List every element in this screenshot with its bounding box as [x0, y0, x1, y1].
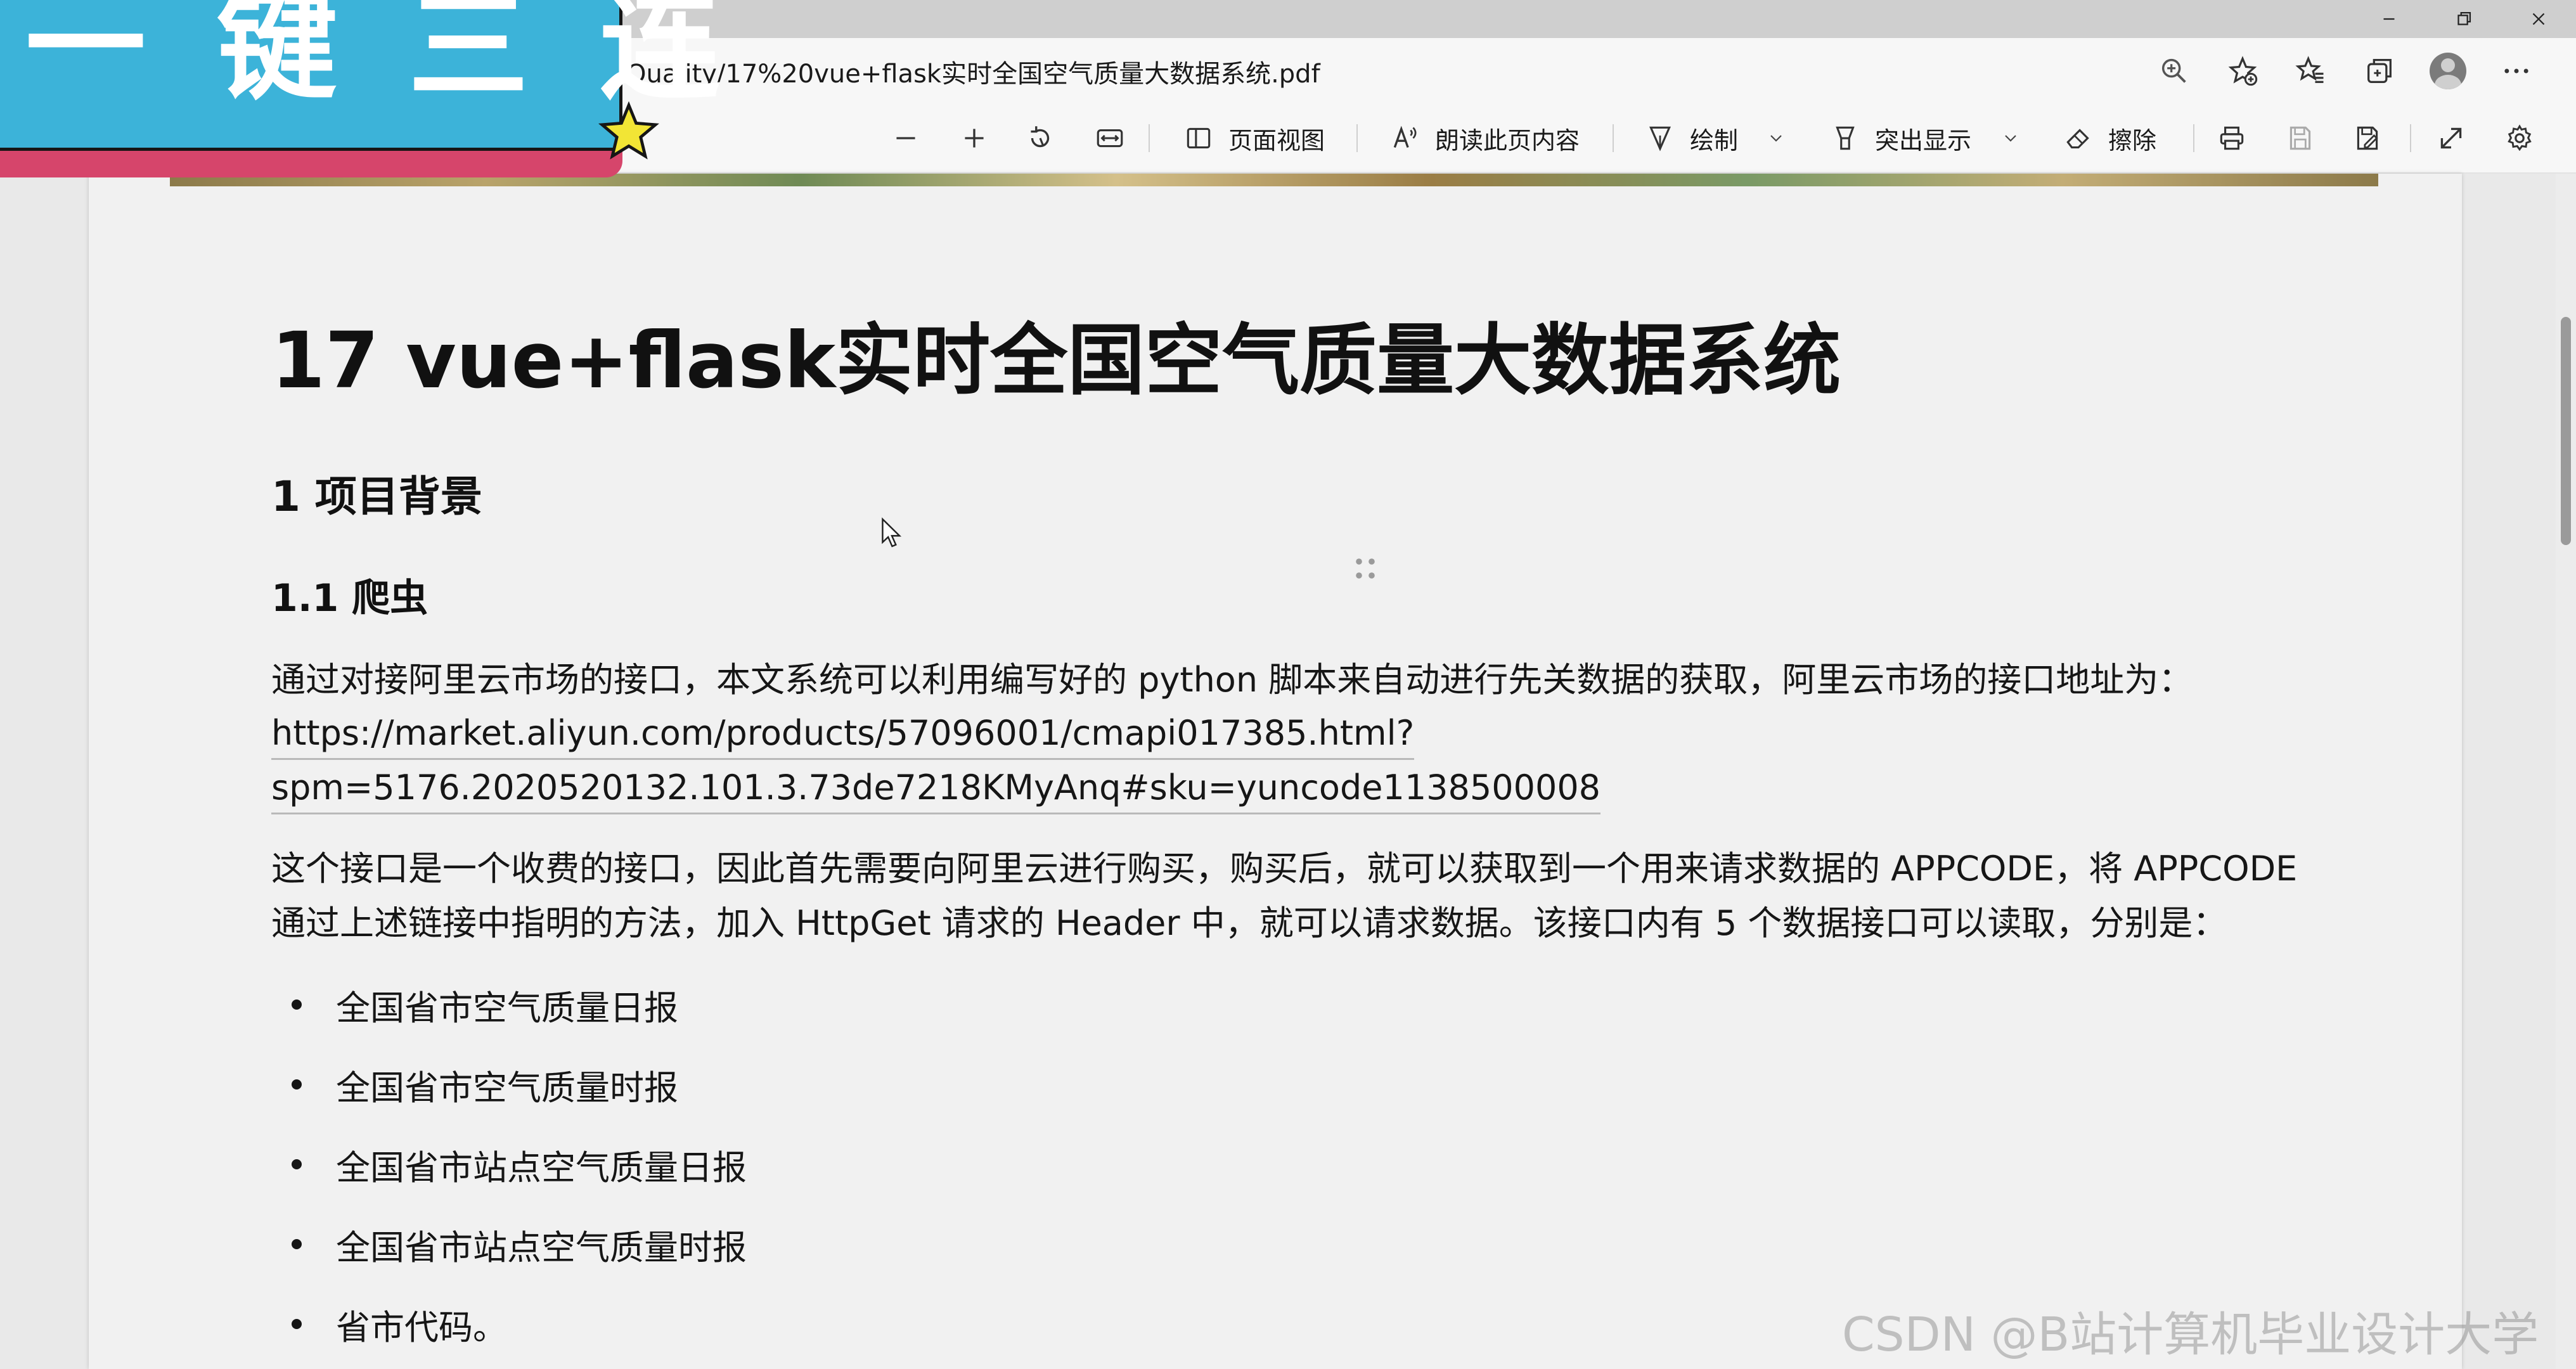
list-item: 全国省市空气质量时报 [292, 1057, 678, 1112]
rotate-button[interactable] [1024, 118, 1056, 158]
profile-button[interactable] [2414, 46, 2482, 96]
draw-label: 绘制 [1690, 126, 1739, 155]
pdf-viewer-screen: Quality/17%20vue+flask实时全国空气质量大数据系统.pdf [0, 0, 2576, 1369]
highlight-label: 突出显示 [1875, 126, 1972, 155]
draw-icon [1649, 126, 1671, 151]
more-button[interactable] [2482, 46, 2551, 96]
fullscreen-button[interactable] [2435, 118, 2467, 158]
eraser-icon [2066, 129, 2089, 149]
plus-icon [965, 129, 984, 148]
list-item: 全国省市站点空气质量日报 [292, 1137, 747, 1192]
zoom-button[interactable] [2140, 46, 2208, 96]
list-item-text: 省市代码。 [336, 1307, 507, 1347]
toolbar-divider [1356, 124, 1358, 152]
bullet-icon [292, 1159, 302, 1169]
mouse-cursor-icon [882, 517, 902, 548]
zoom-out-button[interactable] [890, 118, 922, 158]
toolbar-divider [2193, 124, 2194, 152]
settings-button[interactable] [2504, 118, 2535, 158]
rotate-icon [1031, 126, 1050, 148]
list-item-text: 全国省市空气质量日报 [336, 987, 678, 1028]
page-view-label: 页面视图 [1228, 126, 1325, 155]
promo-banner: 一键三连 [0, 0, 720, 177]
save-button[interactable] [2284, 118, 2316, 158]
highlight-button[interactable]: 突出显示 [1829, 118, 1971, 158]
read-aloud-button[interactable]: 朗读此页内容 [1389, 118, 1580, 158]
draw-options-button[interactable] [1766, 118, 1786, 158]
fullscreen-icon [2440, 127, 2462, 149]
chevron-down-icon [1770, 135, 1782, 142]
scrollbar-thumb[interactable] [2561, 317, 2571, 545]
zoom-icon [2161, 58, 2186, 83]
document-link[interactable]: spm=5176.2020520132.101.3.73de7218KMyAnq… [271, 763, 1601, 814]
bullet-icon [292, 999, 302, 1010]
document-title: 17 vue+flask实时全国空气质量大数据系统 [271, 316, 1841, 406]
save-icon [2289, 126, 2311, 150]
document-link[interactable]: https://market.aliyun.com/products/57096… [271, 709, 1415, 760]
add-favorite-icon [2228, 56, 2258, 86]
toolbar-divider [2410, 124, 2411, 152]
list-item-text: 全国省市站点空气质量日报 [336, 1147, 747, 1188]
highlighter-icon [1836, 126, 1855, 150]
bullet-icon [292, 1239, 302, 1249]
chevron-down-icon [2005, 135, 2016, 142]
window-controls [2352, 0, 2576, 38]
more-icon [2504, 68, 2528, 74]
list-item: 全国省市站点空气质量时报 [292, 1217, 747, 1271]
close-button[interactable] [2501, 0, 2576, 38]
bullet-icon [292, 1079, 302, 1089]
toolbar-divider [1613, 124, 1614, 152]
favorites-button[interactable] [2277, 46, 2345, 96]
restore-icon [2457, 11, 2471, 25]
add-favorite-button[interactable] [2208, 46, 2277, 96]
collections-button[interactable] [2345, 46, 2414, 96]
restore-button[interactable] [2426, 0, 2501, 38]
page-view-icon [1187, 127, 1211, 149]
list-item: 全国省市空气质量日报 [292, 977, 678, 1032]
favorites-icon [2295, 56, 2324, 83]
minimize-icon [2383, 18, 2395, 20]
read-aloud-label: 朗读此页内容 [1435, 126, 1580, 155]
paragraph-text: 通过对接阿里云市场的接口，本文系统可以利用编写好的 python 脚本来自动进行… [271, 660, 2193, 700]
profile-avatar [2430, 53, 2466, 89]
banner-text: 一键三连 [25, 0, 792, 116]
star-icon [598, 101, 659, 160]
fit-width-button[interactable] [1094, 118, 1126, 158]
erase-button[interactable]: 擦除 [2063, 118, 2156, 158]
section-heading: 1 项目背景 [271, 472, 482, 521]
draw-button[interactable]: 绘制 [1644, 118, 1738, 158]
list-item-text: 全国省市站点空气质量时报 [336, 1227, 747, 1268]
erase-label: 擦除 [2108, 126, 2157, 155]
save-as-button[interactable] [2352, 118, 2383, 158]
bullet-icon [292, 1319, 302, 1329]
paragraph-text: 这个接口是一个收费的接口，因此首先需要向阿里云进行购买，购买后，就可以获取到一个… [271, 849, 2298, 889]
settings-icon [2508, 124, 2532, 151]
print-icon [2220, 126, 2244, 150]
paragraph-text: 通过上述链接中指明的方法，加入 HttpGet 请求的 Header 中，就可以… [271, 903, 2227, 943]
page-view-button[interactable]: 页面视图 [1183, 118, 1325, 158]
close-icon [2532, 13, 2545, 25]
read-aloud-icon [1393, 125, 1417, 148]
drag-handle-icon[interactable] [1351, 555, 1379, 583]
subsection-heading: 1.1 爬虫 [271, 576, 428, 620]
browser-actions [2140, 46, 2551, 96]
list-item: 省市代码。 [292, 1297, 507, 1351]
watermark: CSDN @B站计算机毕业设计大学 [1842, 1308, 2539, 1362]
list-item-text: 全国省市空气质量时报 [336, 1067, 678, 1108]
collections-icon [2367, 59, 2392, 83]
zoom-in-button[interactable] [958, 118, 990, 158]
minimize-button[interactable] [2352, 0, 2426, 38]
highlight-options-button[interactable] [2000, 118, 2021, 158]
minus-icon [896, 137, 915, 139]
save-as-icon [2357, 126, 2378, 150]
toolbar-divider [1149, 124, 1150, 152]
fit-width-icon [1097, 129, 1123, 148]
print-button[interactable] [2216, 118, 2248, 158]
